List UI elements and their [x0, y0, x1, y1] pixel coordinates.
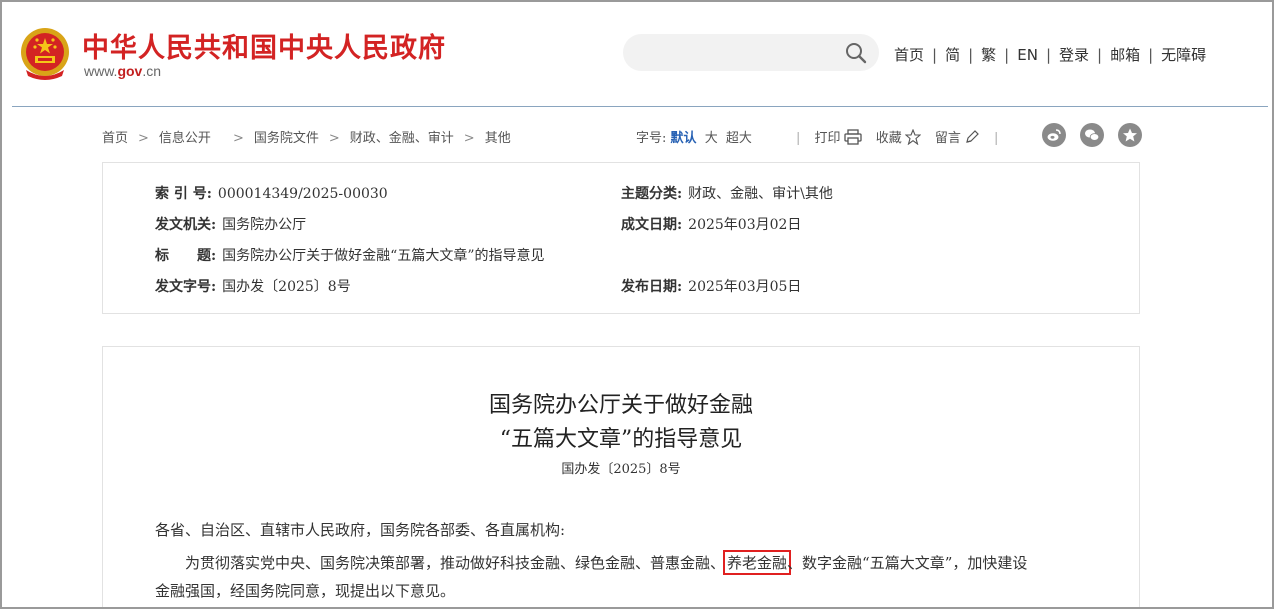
breadcrumb-arrow: > [232, 131, 244, 146]
font-size-xlarge[interactable]: 超大 [726, 131, 752, 146]
breadcrumb-finance[interactable]: 财政、金融、审计 [350, 131, 454, 146]
nav-home[interactable]: 首页 [894, 46, 924, 64]
meta-docno: 发文字号: 国办发〔2025〕8号 [155, 276, 351, 296]
meta-index: 索 引 号: 000014349/2025-00030 [155, 183, 388, 203]
search-icon[interactable] [845, 42, 867, 64]
font-size-selector: 字号: 默认 大 超大 [636, 127, 752, 146]
share-buttons [1042, 123, 1152, 147]
meta-title-label: 标 题: [155, 248, 217, 264]
breadcrumb-arrow: > [463, 131, 475, 146]
meta-published: 发布日期: 2025年03月05日 [621, 276, 801, 296]
meta-published-label: 发布日期: [621, 279, 683, 295]
breadcrumb: 首页 > 信息公开 > 国务院文件 > 财政、金融、审计 > 其他 [102, 127, 511, 146]
nav-simplified[interactable]: 简 [945, 46, 960, 64]
font-size-label: 字号: [636, 131, 667, 146]
meta-index-value: 000014349/2025-00030 [217, 186, 388, 202]
nav-accessibility[interactable]: 无障碍 [1161, 46, 1206, 64]
print-label: 打印 [814, 131, 841, 146]
browser-frame: 中华人民共和国中央人民政府 www.gov.cn 首页 | 简 | 繁 | EN | 登录 | 邮箱… [0, 0, 1274, 609]
weibo-share-button[interactable] [1042, 123, 1066, 147]
nav-separator: | [1097, 46, 1103, 64]
article-toolbar: 首页 > 信息公开 > 国务院文件 > 财政、金融、审计 > 其他 字号: 默认 大 超大 | … [2, 116, 1272, 152]
meta-published-value: 2025年03月05日 [688, 279, 802, 295]
wechat-icon [1085, 129, 1100, 141]
national-emblem-icon[interactable] [18, 26, 72, 82]
site-header: 中华人民共和国中央人民政府 www.gov.cn 首页 | 简 | 繁 | EN | 登录 | 邮箱… [2, 2, 1272, 106]
article-tools: | 打印 收藏 留言 | [786, 127, 1008, 146]
nav-login[interactable]: 登录 [1059, 46, 1089, 64]
breadcrumb-arrow: > [138, 131, 149, 146]
meta-index-label: 索 引 号: [155, 186, 212, 202]
weibo-icon [1047, 129, 1061, 141]
meta-title: 标 题: 国务院办公厅关于做好金融“五篇大文章”的指导意见 [155, 245, 545, 265]
search-input[interactable] [623, 34, 879, 71]
site-url-prefix: www. [84, 63, 118, 79]
comment-button[interactable]: 留言 [934, 130, 980, 146]
meta-title-value: 国务院办公厅关于做好金融“五篇大文章”的指导意见 [222, 248, 545, 264]
article-title-line2: “五篇大文章”的指导意见 [499, 427, 743, 452]
meta-created-value: 2025年03月02日 [688, 217, 802, 233]
site-url[interactable]: www.gov.cn [84, 63, 161, 79]
favorite-label: 收藏 [875, 131, 902, 146]
tools-separator: | [994, 131, 999, 146]
comment-label: 留言 [934, 131, 961, 146]
header-divider [12, 106, 1268, 107]
meta-issuer: 发文机关: 国务院办公厅 [155, 214, 306, 234]
nav-english[interactable]: EN [1017, 46, 1038, 64]
meta-docno-value: 国办发〔2025〕8号 [222, 279, 351, 295]
font-size-large[interactable]: 大 [705, 131, 718, 146]
article-doc-number: 国办发〔2025〕8号 [561, 462, 681, 477]
article-paragraph-1-line2: 金融强国，经国务院同意，现提出以下意见。 [155, 582, 456, 600]
breadcrumb-info-public[interactable]: 信息公开 [159, 131, 211, 146]
print-button[interactable]: 打印 [814, 129, 862, 146]
favorite-share-button[interactable] [1118, 123, 1143, 147]
article-body: 国务院办公厅关于做好金融 “五篇大文章”的指导意见 国办发〔2025〕8号 各省… [102, 346, 1140, 607]
meta-issuer-value: 国务院办公厅 [222, 217, 307, 233]
breadcrumb-home[interactable]: 首页 [102, 131, 128, 146]
article-paragraph-1: 为贯彻落实党中央、国务院决策部署，推动做好科技金融、绿色金融、普惠金融、 养老金融… [185, 550, 1027, 575]
wechat-share-button[interactable] [1080, 123, 1105, 147]
pencil-icon [966, 130, 979, 143]
nav-separator: | [1045, 46, 1051, 64]
meta-created-label: 成文日期: [621, 217, 683, 233]
nav-mail[interactable]: 邮箱 [1110, 46, 1140, 64]
meta-category: 主题分类: 财政、金融、审计\其他 [621, 183, 833, 203]
site-url-suffix: .cn [142, 63, 162, 79]
paragraph-text: 、数字金融“五篇大文章”，加快建设 [787, 554, 1028, 572]
article-title-line1: 国务院办公厅关于做好金融 [488, 393, 753, 418]
document-metadata: 索 引 号: 000014349/2025-00030 主题分类: 财政、金融、审计… [102, 162, 1140, 314]
favorite-button[interactable]: 收藏 [875, 129, 921, 146]
nav-traditional[interactable]: 繁 [981, 46, 996, 64]
meta-created: 成文日期: 2025年03月02日 [621, 214, 801, 234]
meta-category-value: 财政、金融、审计\其他 [688, 186, 833, 202]
tools-separator: | [796, 131, 801, 146]
highlighted-term: 养老金融 [723, 550, 792, 575]
meta-category-label: 主题分类: [621, 186, 683, 202]
star-icon [1123, 128, 1138, 142]
breadcrumb-other[interactable]: 其他 [485, 131, 511, 146]
star-icon [904, 129, 921, 145]
font-size-default[interactable]: 默认 [671, 131, 697, 146]
nav-separator: | [968, 46, 974, 64]
breadcrumb-state-council-docs[interactable]: 国务院文件 [254, 131, 319, 146]
printer-icon [843, 129, 862, 145]
nav-separator: | [1004, 46, 1010, 64]
nav-separator: | [932, 46, 938, 64]
top-nav: 首页 | 简 | 繁 | EN | 登录 | 邮箱 | 无障碍 [894, 44, 1206, 65]
breadcrumb-arrow: > [328, 131, 340, 146]
meta-docno-label: 发文字号: [155, 279, 217, 295]
paragraph-text: 为贯彻落实党中央、国务院决策部署，推动做好科技金融、绿色金融、普惠金融、 [185, 554, 726, 572]
article-salutation: 各省、自治区、直辖市人民政府，国务院各部委、各直属机构: [155, 521, 566, 539]
site-url-domain: gov [117, 63, 143, 79]
meta-issuer-label: 发文机关: [155, 217, 217, 233]
nav-separator: | [1148, 46, 1154, 64]
site-title[interactable]: 中华人民共和国中央人民政府 [82, 26, 446, 65]
